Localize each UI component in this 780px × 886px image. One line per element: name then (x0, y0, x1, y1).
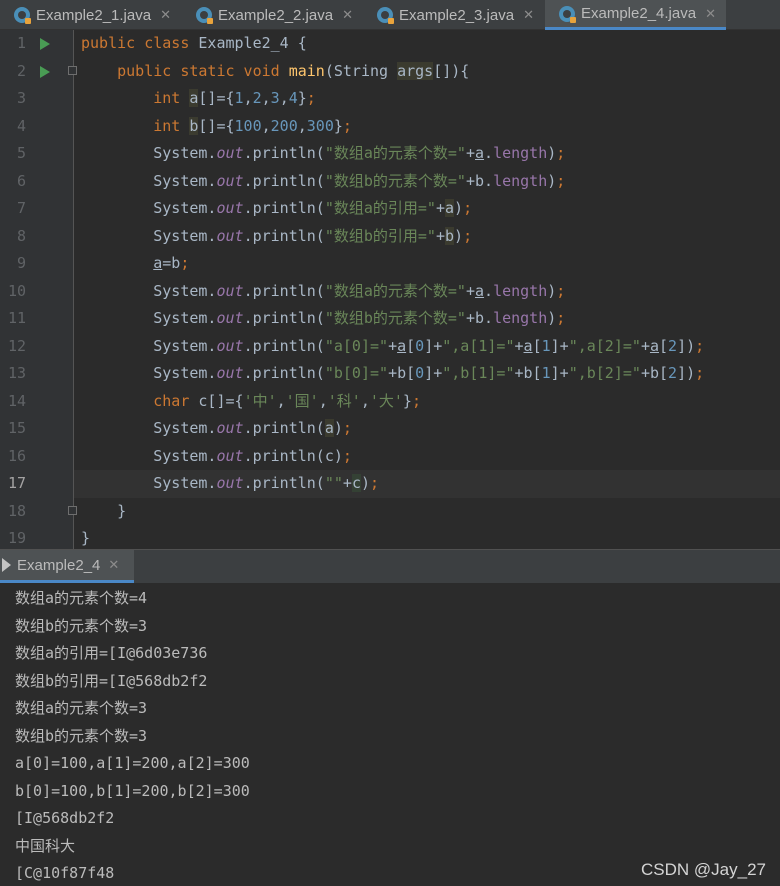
run-tab-label: Example2_4 (17, 556, 101, 574)
console-line: b[0]=100,b[1]=200,b[2]=300 (15, 781, 250, 800)
line-number: 15 (7, 419, 26, 437)
code-text: public class Example2_4 { (81, 34, 307, 52)
fold-icon[interactable] (68, 65, 77, 75)
watermark: CSDN @Jay_27 (641, 860, 766, 879)
code-line: 17 System.out.println(""+c); (0, 470, 780, 498)
code-line: 8 System.out.println("数组b的引用="+b); (0, 223, 780, 251)
console-line: a[0]=100,a[1]=200,a[2]=300 (15, 754, 250, 772)
java-class-icon (14, 7, 31, 24)
console-line: 数组a的元素个数=4 (15, 589, 148, 607)
code-line: 16 System.out.println(c); (0, 443, 780, 471)
editor-tab-bar: Example2_1.java ✕ Example2_2.java ✕ Exam… (0, 0, 780, 30)
run-config-icon (2, 558, 11, 572)
line-number: 1 (16, 34, 26, 52)
line-number: 14 (7, 391, 26, 410)
line-number: 5 (16, 144, 26, 162)
code-line: 10 System.out.println("数组a的元素个数="+a.leng… (0, 278, 780, 306)
line-number: 12 (7, 336, 26, 355)
code-line: 9 a=b; (0, 250, 780, 278)
code-line: 12 System.out.println("a[0]="+a[0]+",a[1… (0, 333, 780, 361)
line-number: 4 (16, 116, 26, 135)
line-number: 3 (16, 89, 26, 107)
close-icon[interactable]: ✕ (108, 557, 119, 573)
tab-label: Example2_4.java (581, 5, 697, 22)
code-text: a=b; (153, 254, 190, 272)
code-editor[interactable]: 1 public class Example2_4 { 2 public sta… (0, 30, 780, 549)
code-line: 2 public static void main(String args[])… (0, 58, 780, 86)
tab-label: Example2_1.java (36, 6, 152, 24)
line-number: 2 (16, 61, 26, 80)
code-line: 18 } (0, 498, 780, 526)
line-number: 13 (7, 364, 26, 382)
code-line: 19 } (0, 525, 780, 549)
code-text: } (81, 501, 127, 520)
run-icon[interactable] (40, 65, 50, 78)
code-line: 7 System.out.println("数组a的引用="+a); (0, 195, 780, 223)
code-line: 13 System.out.println("b[0]="+b[0]+",b[1… (0, 360, 780, 388)
code-line: 1 public class Example2_4 { (0, 30, 780, 58)
code-text: char c[]={'中','国','科','大'}; (153, 391, 421, 410)
console-line: [I@568db2f2 (15, 809, 115, 827)
code-line: 4 int b[]={100,200,300}; (0, 113, 780, 141)
line-number: 7 (16, 199, 26, 217)
tab-example2-1[interactable]: Example2_1.java ✕ (0, 0, 180, 30)
java-class-icon (377, 7, 394, 24)
code-text: System.out.println("数组b的元素个数="+b.length)… (81, 309, 566, 327)
code-text: System.out.println("数组b的元素个数="+b.length)… (81, 171, 566, 190)
run-toolwindow-header: Example2_4 ✕ (0, 549, 780, 583)
line-number: 10 (7, 281, 26, 300)
code-text: public static void main(String args[]){ (117, 61, 470, 80)
run-icon[interactable] (40, 38, 50, 50)
line-number: 11 (7, 309, 26, 327)
code-text: int b[]={100,200,300}; (153, 116, 352, 135)
console-line: [C@10f87f48 (15, 864, 115, 882)
line-number: 16 (7, 446, 26, 465)
tab-example2-3[interactable]: Example2_3.java ✕ (363, 0, 543, 30)
java-class-icon (196, 7, 213, 24)
code-text: System.out.println("b[0]="+b[0]+",b[1]="… (81, 364, 705, 382)
console-line: 中国科大 (15, 836, 76, 855)
run-tab[interactable]: Example2_4 ✕ (0, 550, 134, 583)
code-line: 5 System.out.println("数组a的元素个数="+a.lengt… (0, 140, 780, 168)
code-text: System.out.println(""+c); (81, 474, 380, 492)
code-line: 6 System.out.println("数组b的元素个数="+b.lengt… (0, 168, 780, 196)
line-number: 8 (16, 226, 26, 245)
code-text: System.out.println("数组a的元素个数="+a.length)… (81, 144, 566, 162)
code-text: System.out.println("数组a的引用="+a); (81, 199, 473, 217)
code-line: 15 System.out.println(a); (0, 415, 780, 443)
code-text: } (81, 529, 91, 547)
java-class-icon (559, 5, 576, 23)
code-line: 11 System.out.println("数组b的元素个数="+b.leng… (0, 305, 780, 333)
line-number: 17 (7, 474, 26, 492)
close-icon[interactable]: ✕ (160, 7, 171, 23)
code-text: System.out.println(c); (81, 446, 352, 465)
console-line: 数组b的元素个数=3 (15, 616, 148, 635)
close-icon[interactable]: ✕ (705, 6, 716, 22)
code-text: System.out.println(a); (81, 419, 352, 437)
code-line: 14 char c[]={'中','国','科','大'}; (0, 388, 780, 416)
close-icon[interactable]: ✕ (523, 7, 534, 23)
tab-example2-2[interactable]: Example2_2.java ✕ (182, 0, 362, 30)
code-text: int a[]={1,2,3,4}; (153, 89, 316, 107)
code-text: System.out.println("数组a的元素个数="+a.length)… (81, 281, 566, 300)
console-output[interactable]: 数组a的元素个数=4 数组b的元素个数=3 数组a的引用=[I@6d03e736… (0, 583, 780, 886)
code-text: System.out.println("a[0]="+a[0]+",a[1]="… (81, 336, 705, 355)
console-line: 数组a的引用=[I@6d03e736 (15, 644, 208, 662)
console-line: 数组a的元素个数=3 (15, 699, 148, 717)
close-icon[interactable]: ✕ (342, 7, 353, 23)
line-number: 9 (16, 254, 26, 272)
console-line: 数组b的引用=[I@568db2f2 (15, 671, 208, 690)
fold-icon[interactable] (68, 505, 77, 515)
code-text: System.out.println("数组b的引用="+b); (81, 226, 473, 245)
tab-label: Example2_3.java (399, 6, 515, 24)
line-number: 6 (16, 171, 26, 190)
tab-example2-4[interactable]: Example2_4.java ✕ (545, 0, 726, 30)
tab-label: Example2_2.java (218, 6, 334, 24)
line-number: 18 (7, 501, 26, 520)
console-line: 数组b的元素个数=3 (15, 726, 148, 745)
line-number: 19 (7, 529, 26, 547)
code-line: 3 int a[]={1,2,3,4}; (0, 85, 780, 113)
